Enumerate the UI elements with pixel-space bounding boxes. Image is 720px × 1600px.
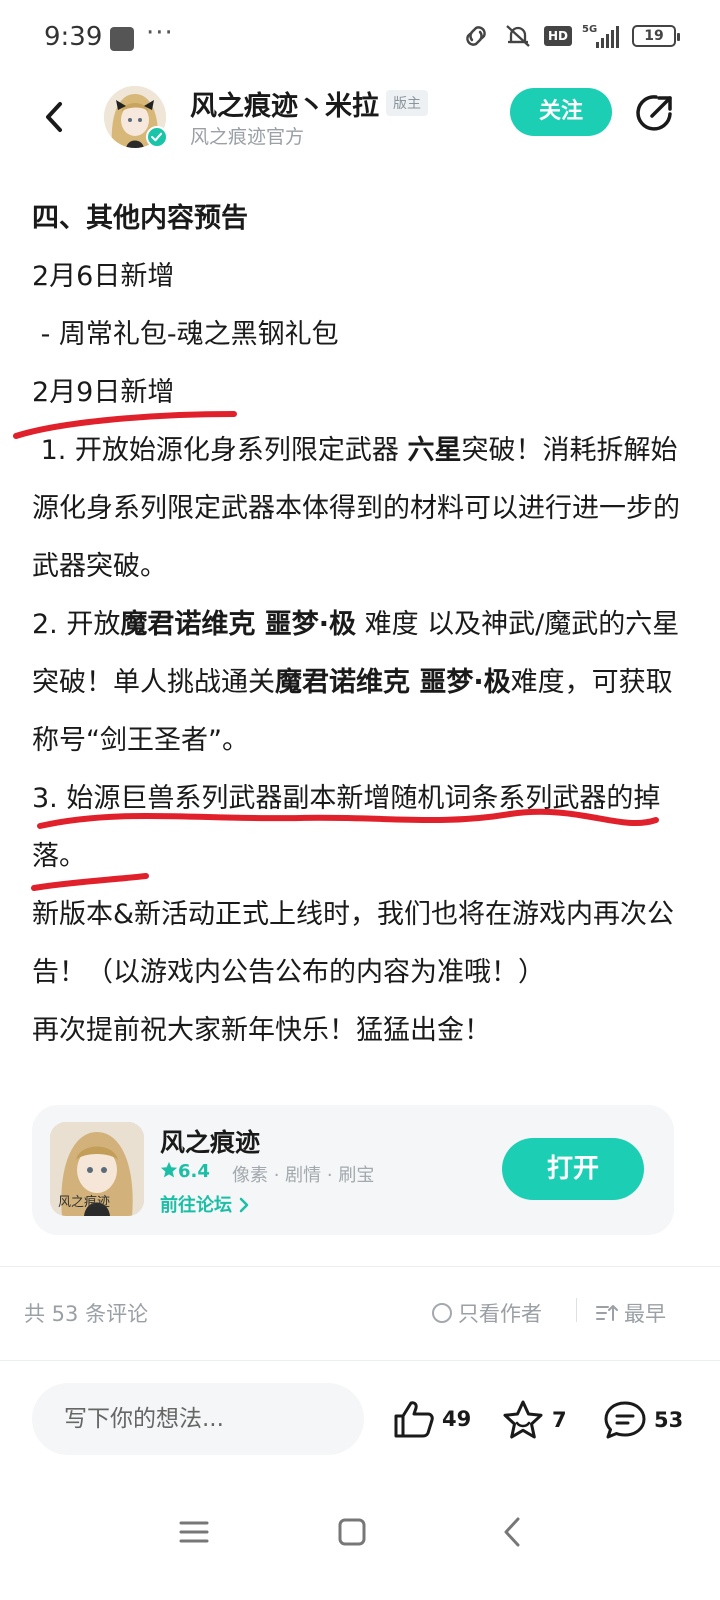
post-outro: 新版本&新活动正式上线时，我们也将在游戏内再次公告！（以游戏内公告公布的内容为准…: [32, 899, 675, 988]
signal-icon: 5G: [582, 24, 619, 48]
post-line: 2月6日新增: [32, 261, 175, 292]
game-rating: 6.4: [160, 1161, 210, 1182]
post-outro: 再次提前祝大家新年快乐！猛猛出金！: [32, 1015, 491, 1046]
text-span: 2. 开放: [32, 609, 121, 640]
author-only-label: 只看作者: [458, 1302, 542, 1326]
bold-text: 魔君诺维克 噩梦·极: [275, 667, 511, 698]
sort-icon: [596, 1305, 618, 1321]
thumbs-up-icon: [394, 1401, 434, 1438]
battery-indicator: 19: [632, 25, 680, 47]
favorite-count: 7: [552, 1408, 567, 1432]
game-icon-logo: 风之痕迹: [58, 1194, 110, 1210]
radio-icon: [432, 1303, 452, 1323]
divider: [0, 1360, 720, 1361]
divider: [576, 1298, 577, 1322]
post-line: 2月9日新增: [32, 377, 175, 408]
more-notifications-icon: ···: [146, 18, 174, 48]
post-content: 四、其他内容预告 2月6日新增 - 周常礼包-魂之黑钢礼包 2月9日新增 1. …: [32, 190, 682, 1060]
game-name: 风之痕迹: [160, 1128, 261, 1157]
forum-link-label: 前往论坛: [160, 1195, 232, 1216]
bold-text: 魔君诺维克 噩梦·极: [120, 609, 357, 640]
home-square-icon[interactable]: [322, 1502, 382, 1562]
open-game-button[interactable]: 打开: [502, 1138, 644, 1200]
rating-value: 6.4: [178, 1161, 210, 1182]
hd-badge: HD: [543, 26, 572, 46]
status-icons: HD 5G 19: [460, 22, 680, 50]
text-span: 1. 开放始源化身系列限定武器: [32, 435, 408, 466]
sort-button[interactable]: 最早: [596, 1298, 666, 1328]
verified-icon: [146, 126, 168, 148]
menu-icon[interactable]: [164, 1502, 224, 1562]
post-item-2: 2. 开放魔君诺维克 噩梦·极 难度 以及神武/魔武的六星突破！单人挑战通关魔君…: [32, 596, 682, 770]
post-header: 风之痕迹丶米拉 版主 风之痕迹官方 关注: [0, 80, 720, 160]
bold-text: 六星: [407, 435, 462, 466]
share-icon[interactable]: [632, 90, 678, 136]
comment-count: 共 53 条评论: [24, 1302, 149, 1326]
system-nav-bar: [0, 1480, 720, 1600]
mute-icon: [506, 25, 530, 47]
back-arrow-icon[interactable]: [30, 92, 80, 142]
chevron-right-icon: [240, 1197, 249, 1213]
like-button[interactable]: 49: [392, 1399, 471, 1439]
svg-text:5G: 5G: [582, 24, 597, 35]
author-only-toggle[interactable]: 只看作者: [432, 1298, 542, 1328]
comment-input[interactable]: [32, 1383, 364, 1455]
post-item-1: 1. 开放始源化身系列限定武器 六星突破！消耗拆解始源化身系列限定武器本体得到的…: [32, 422, 682, 596]
game-card[interactable]: 风之痕迹 风之痕迹 6.4 像素 · 剧情 · 刷宝 前往论坛 打开: [32, 1105, 674, 1235]
status-time: 9:39: [44, 22, 103, 52]
comments-bar: 共 53 条评论 只看作者 最早: [0, 1268, 720, 1358]
follow-button[interactable]: 关注: [510, 88, 612, 136]
post-line: - 周常礼包-魂之黑钢礼包: [32, 319, 339, 350]
star-icon: [160, 1161, 178, 1178]
comment-bubble-icon: [604, 1401, 646, 1439]
comment-button[interactable]: 53: [602, 1399, 683, 1441]
like-count: 49: [442, 1407, 472, 1431]
notification-app-icon: [110, 27, 134, 51]
forum-link[interactable]: 前往论坛: [160, 1191, 250, 1217]
game-icon-illustration: 风之痕迹: [50, 1122, 144, 1216]
game-tags: 像素 · 剧情 · 刷宝: [232, 1165, 375, 1186]
author-name[interactable]: 风之痕迹丶米拉: [190, 84, 379, 123]
divider: [0, 1266, 720, 1267]
bottom-action-bar: 49 7 53: [0, 1365, 720, 1475]
link-icon: [466, 26, 486, 46]
comment-total: 53: [654, 1408, 684, 1432]
section-heading: 四、其他内容预告: [32, 203, 248, 234]
sort-label: 最早: [624, 1302, 666, 1326]
post-item-3: 3. 始源巨兽系列武器副本新增随机词条系列武器的掉落。: [32, 783, 661, 872]
moderator-badge: 版主: [386, 90, 428, 116]
author-subtitle: 风之痕迹官方: [190, 126, 305, 148]
status-bar: 9:39 ··· HD 5G 19: [0, 0, 720, 70]
favorite-button[interactable]: 7: [500, 1399, 567, 1441]
favorite-star-icon: [503, 1400, 543, 1439]
nav-back-icon[interactable]: [482, 1502, 542, 1562]
game-icon[interactable]: 风之痕迹: [50, 1122, 144, 1216]
